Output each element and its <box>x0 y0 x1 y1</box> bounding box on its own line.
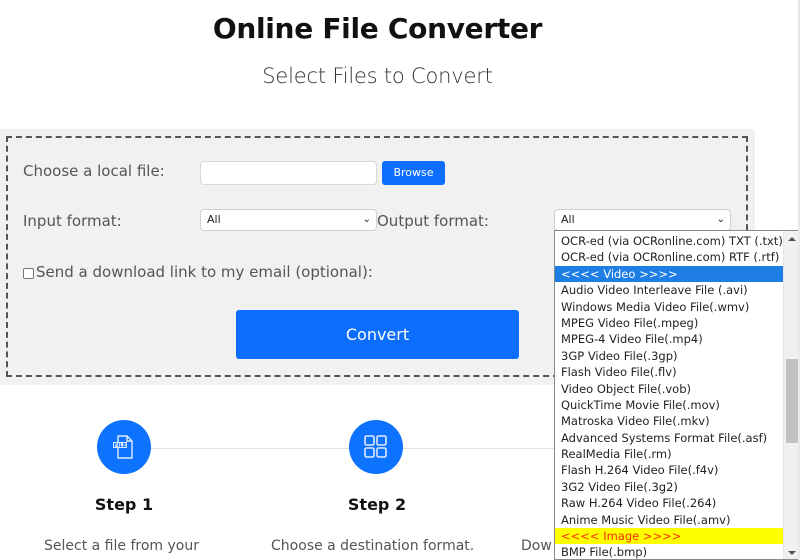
step-1-description: Select a file from your <box>44 538 199 554</box>
step-1-title: Step 1 <box>94 495 154 514</box>
chevron-down-icon: ⌄ <box>362 214 371 225</box>
convert-button[interactable]: Convert <box>236 310 519 359</box>
browse-button[interactable]: Browse <box>382 161 445 185</box>
input-format-label: Input format: <box>23 212 122 230</box>
dropdown-group-header[interactable]: <<<< Video >>>> <box>555 265 784 283</box>
dropdown-option[interactable]: Windows Media Video File(.wmv) <box>555 299 784 315</box>
file-label: Choose a local file: <box>23 162 165 180</box>
dropdown-group-header[interactable]: <<<< Image >>>> <box>555 528 784 545</box>
dropdown-option[interactable]: Audio Video Interleave File (.avi) <box>555 282 784 298</box>
output-format-label: Output format: <box>377 212 489 230</box>
input-format-value: All <box>207 213 221 226</box>
dropdown-option[interactable]: MPEG-4 Video File(.mp4) <box>555 331 784 347</box>
dropdown-option[interactable]: OCR-ed (via OCRonline.com) TXT (.txt) <box>555 233 784 249</box>
output-format-select[interactable]: All ⌄ <box>554 209 731 231</box>
dropdown-option[interactable]: Advanced Systems Format File(.asf) <box>555 430 784 446</box>
dropdown-option[interactable]: QuickTime Movie File(.mov) <box>555 397 784 413</box>
dropdown-option[interactable]: 3G2 Video File(.3g2) <box>555 479 784 495</box>
dropdown-option[interactable]: Flash H.264 Video File(.f4v) <box>555 462 784 478</box>
dropdown-option[interactable]: Anime Music Video File(.amv) <box>555 512 784 528</box>
step-3-description: Dow <box>521 538 552 554</box>
page-subtitle: Select Files to Convert <box>262 64 493 88</box>
dropdown-option[interactable]: MPEG Video File(.mpeg) <box>555 315 784 331</box>
chevron-down-icon: ⌄ <box>716 214 725 225</box>
input-format-select[interactable]: All ⌄ <box>200 209 377 231</box>
dropdown-option[interactable]: Flash Video File(.flv) <box>555 364 784 380</box>
dropdown-option[interactable]: Matroska Video File(.mkv) <box>555 413 784 429</box>
file-input[interactable] <box>200 161 377 185</box>
dropdown-options: OCR-ed (via OCRonline.com) TXT (.txt) OCR… <box>555 233 784 559</box>
dropdown-option[interactable]: 3GP Video File(.3gp) <box>555 348 784 364</box>
dropdown-option[interactable]: Raw H.264 Video File(.264) <box>555 495 784 511</box>
page-title: Online File Converter <box>212 12 543 45</box>
scroll-up-arrow-icon[interactable] <box>788 237 796 241</box>
file-icon: FILE <box>113 435 133 459</box>
step-2-title: Step 2 <box>347 495 407 514</box>
step-2-badge <box>349 420 403 474</box>
dropdown-option[interactable]: Video Object File(.vob) <box>555 381 784 397</box>
step-2-description: Choose a destination format. <box>271 538 475 554</box>
grid-icon <box>364 435 387 458</box>
output-format-dropdown-list[interactable]: OCR-ed (via OCRonline.com) TXT (.txt) OCR… <box>554 230 800 560</box>
scroll-down-arrow-icon[interactable] <box>788 551 796 555</box>
step-1-badge: FILE <box>97 420 151 474</box>
dropdown-option[interactable]: RealMedia File(.rm) <box>555 446 784 462</box>
dropdown-option[interactable]: BMP File(.bmp) <box>555 544 784 559</box>
dropdown-option[interactable]: OCR-ed (via OCRonline.com) RTF (.rtf) <box>555 249 784 265</box>
email-checkbox[interactable] <box>23 268 34 279</box>
email-label: Send a download link to my email (option… <box>36 263 373 281</box>
svg-text:FILE: FILE <box>113 443 126 449</box>
output-format-value: All <box>561 213 575 226</box>
